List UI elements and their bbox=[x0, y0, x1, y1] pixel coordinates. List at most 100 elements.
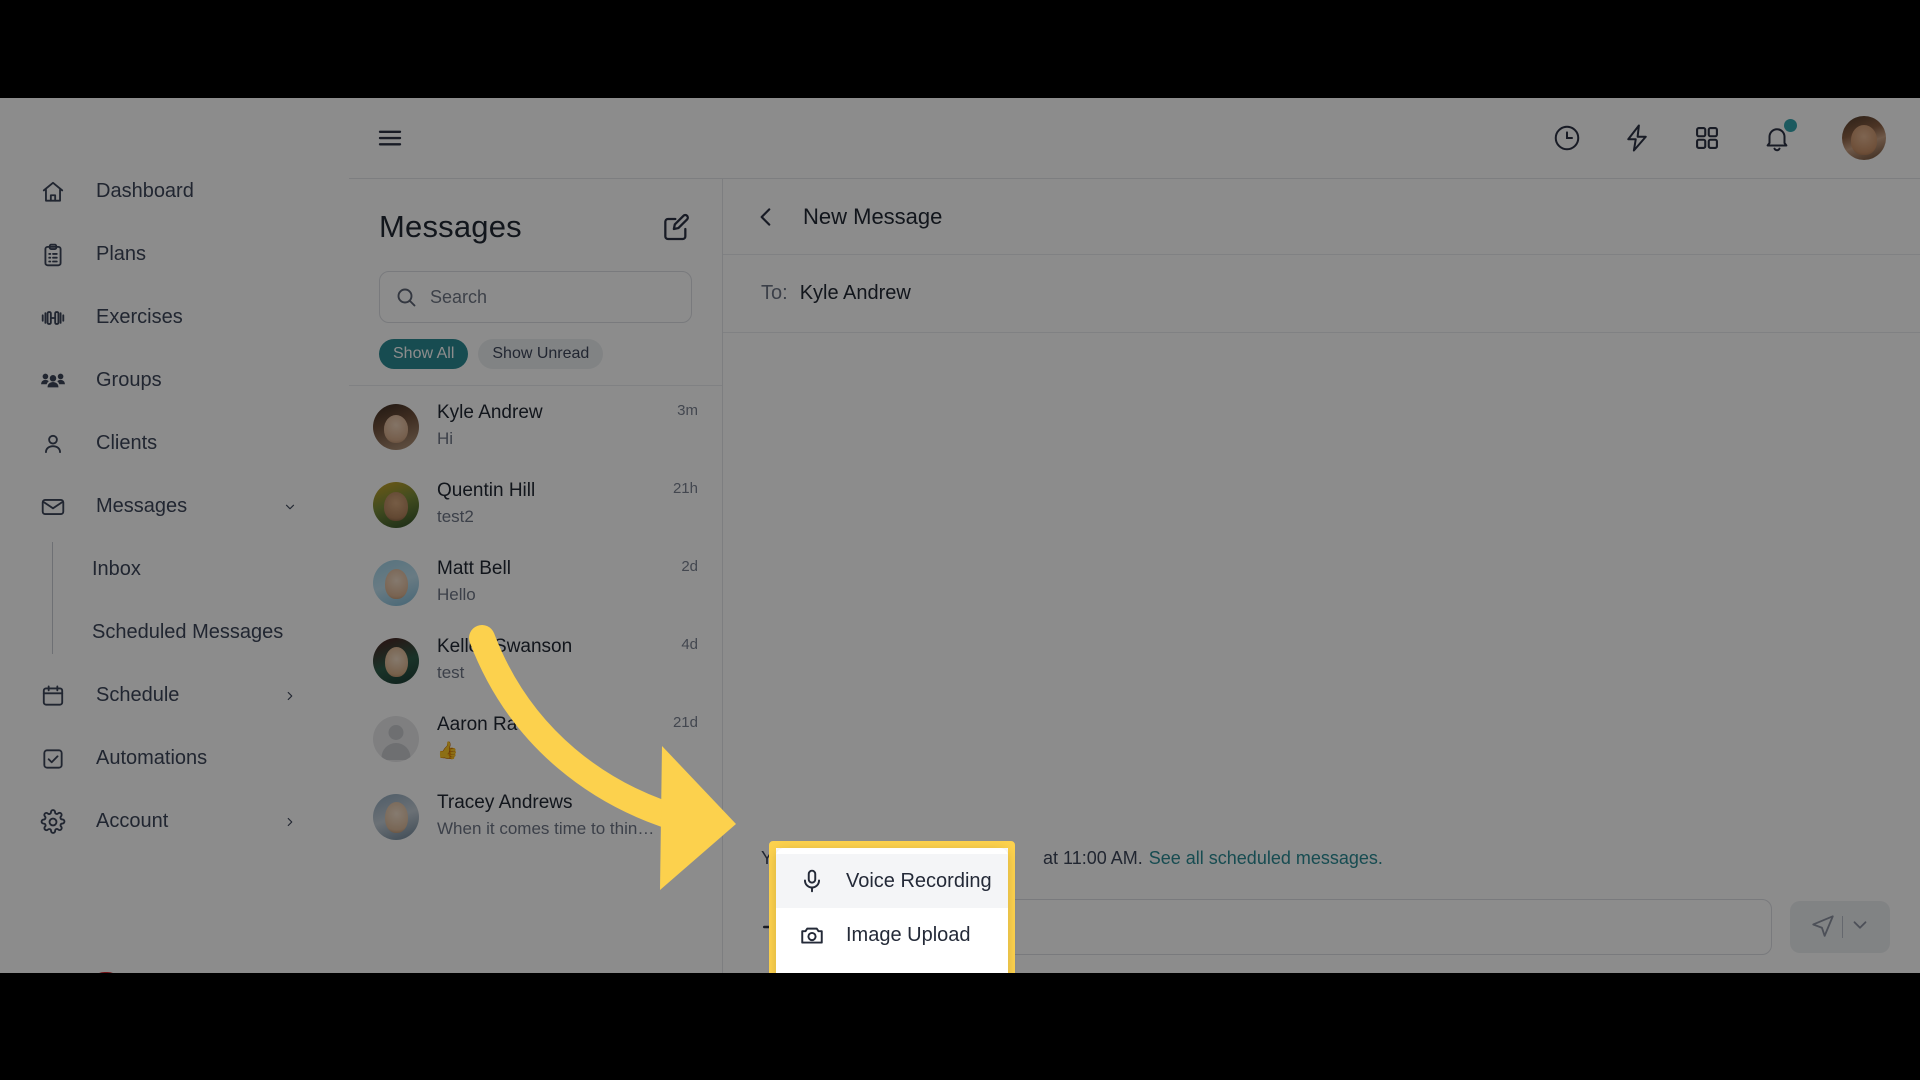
avatar-placeholder bbox=[373, 716, 419, 762]
menu-item-voice-recording[interactable]: Voice Recording bbox=[776, 854, 1008, 908]
chevron-down-icon[interactable] bbox=[283, 500, 297, 514]
envelope-icon bbox=[38, 492, 68, 522]
conversation-row[interactable]: Quentin Hill test2 21h bbox=[349, 464, 722, 542]
scheduled-notice-text: at 11:00 AM. bbox=[1043, 847, 1143, 868]
conversation-preview: 👍 bbox=[437, 741, 459, 760]
bell-icon[interactable] bbox=[1760, 119, 1797, 155]
search-box[interactable] bbox=[379, 271, 692, 323]
sidebar-item-label: Account bbox=[96, 810, 169, 832]
conversation-list[interactable]: Kyle Andrew Hi 3m Quentin Hill test2 21h… bbox=[349, 385, 722, 973]
compose-icon[interactable] bbox=[660, 211, 692, 243]
topbar-icon-group bbox=[1550, 116, 1886, 160]
filter-show-all[interactable]: Show All bbox=[379, 339, 469, 369]
filter-chip-group: Show All Show Unread bbox=[349, 323, 722, 385]
sidebar-item-label: Messages bbox=[96, 495, 188, 517]
avatar bbox=[373, 404, 419, 450]
conversation-timestamp: 4d bbox=[681, 636, 698, 653]
sidebar: Dashboard Plans Exercises Groups Clients… bbox=[0, 98, 349, 973]
send-icon[interactable] bbox=[1810, 912, 1836, 943]
application-window: Messages Search Show All Show Unread Kyl… bbox=[0, 98, 1920, 973]
gear-icon bbox=[38, 807, 68, 837]
conversation-name: Kyle Andrew bbox=[437, 402, 543, 423]
sidebar-item-automations[interactable]: Automations bbox=[0, 727, 349, 790]
conversation-timestamp: 3m bbox=[677, 402, 698, 419]
avatar bbox=[373, 482, 419, 528]
thread-messages bbox=[723, 333, 1920, 835]
messages-submenu: Inbox Scheduled Messages bbox=[0, 538, 349, 664]
menu-item-file-upload[interactable]: File Upload bbox=[776, 962, 1008, 973]
conversation-row[interactable]: Matt Bell Hello 2d bbox=[349, 542, 722, 620]
sidebar-item-label: Clients bbox=[96, 432, 158, 454]
sidebar-item-exercises[interactable]: Exercises bbox=[0, 286, 349, 349]
conversation-preview: Hello bbox=[437, 585, 476, 604]
avatar bbox=[373, 560, 419, 606]
conversation-body: Tracey Andrews When it comes time to thi… bbox=[437, 790, 690, 839]
conversation-row[interactable]: Aaron Ra 👍 21d bbox=[349, 698, 722, 776]
home-icon bbox=[38, 177, 68, 207]
clock-icon[interactable] bbox=[1550, 121, 1584, 155]
content-area: Messages Search Show All Show Unread Kyl… bbox=[349, 179, 1920, 973]
chevron-down-icon[interactable] bbox=[1849, 914, 1871, 941]
sidebar-item-clients[interactable]: Clients bbox=[0, 412, 349, 475]
message-list-header: Messages bbox=[349, 179, 722, 245]
filter-show-unread[interactable]: Show Unread bbox=[478, 339, 604, 369]
conversation-row[interactable]: Kelley Swanson test 4d bbox=[349, 620, 722, 698]
lightning-icon[interactable] bbox=[1620, 121, 1654, 155]
sidebar-item-scheduled-messages[interactable]: Scheduled Messages bbox=[0, 601, 349, 664]
sidebar-item-inbox[interactable]: Inbox bbox=[0, 538, 349, 601]
conversation-name: Aaron Ra bbox=[437, 714, 518, 735]
conversation-preview: Hi bbox=[437, 429, 454, 448]
menu-item-image-upload[interactable]: Image Upload bbox=[776, 908, 1008, 962]
conversation-body: Aaron Ra 👍 bbox=[437, 712, 665, 761]
checkbox-icon bbox=[38, 744, 68, 774]
conversation-name: Matt Bell bbox=[437, 558, 511, 579]
conversation-row[interactable]: Tracey Andrews When it comes time to thi… bbox=[349, 776, 722, 854]
attachment-menu-highlight: Voice Recording Image Upload bbox=[769, 841, 1015, 973]
send-divider bbox=[1841, 916, 1843, 938]
menu-item-label: Image Upload bbox=[846, 923, 971, 946]
notification-dot bbox=[1784, 119, 1797, 132]
notification-badge-count: 14 bbox=[87, 970, 124, 973]
chevron-right-icon[interactable] bbox=[283, 815, 297, 829]
attachment-menu: Voice Recording Image Upload bbox=[776, 848, 1008, 973]
send-button-group[interactable] bbox=[1790, 901, 1890, 953]
screen-root: Messages Search Show All Show Unread Kyl… bbox=[0, 0, 1920, 1080]
conversation-body: Kyle Andrew Hi bbox=[437, 400, 669, 449]
avatar bbox=[373, 794, 419, 840]
chevron-left-icon[interactable] bbox=[753, 204, 779, 230]
hamburger-icon[interactable] bbox=[373, 121, 407, 155]
conversation-body: Matt Bell Hello bbox=[437, 556, 673, 605]
conversation-name: Quentin Hill bbox=[437, 480, 536, 501]
dumbbell-icon bbox=[38, 303, 68, 333]
conversation-row[interactable]: Kyle Andrew Hi 3m bbox=[349, 386, 722, 464]
sidebar-item-dashboard[interactable]: Dashboard bbox=[0, 160, 349, 223]
sidebar-subitem-label: Scheduled Messages bbox=[92, 621, 284, 643]
sidebar-item-messages[interactable]: Messages bbox=[0, 475, 349, 538]
thread-header: New Message bbox=[723, 179, 1920, 255]
sidebar-item-groups[interactable]: Groups bbox=[0, 349, 349, 412]
conversation-body: Kelley Swanson test bbox=[437, 634, 673, 683]
sidebar-item-schedule[interactable]: Schedule bbox=[0, 664, 349, 727]
conversation-preview: test bbox=[437, 663, 465, 682]
see-all-scheduled-link[interactable]: See all scheduled messages. bbox=[1149, 848, 1383, 869]
apps-grid-icon[interactable] bbox=[1690, 121, 1724, 155]
conversation-timestamp: 21d bbox=[672, 714, 698, 731]
conversation-timestamp: 21h bbox=[672, 480, 698, 497]
sidebar-item-account[interactable]: Account bbox=[0, 790, 349, 853]
conversation-preview: When it comes time to think thr... bbox=[437, 819, 662, 838]
message-list-panel: Messages Search Show All Show Unread Kyl… bbox=[349, 179, 723, 973]
sidebar-item-plans[interactable]: Plans bbox=[0, 223, 349, 286]
user-icon bbox=[38, 429, 68, 459]
recipient-row[interactable]: To: Kyle Andrew bbox=[723, 255, 1920, 333]
sidebar-item-label: Dashboard bbox=[96, 180, 194, 202]
search-input[interactable] bbox=[430, 286, 677, 308]
conversation-body: Quentin Hill test2 bbox=[437, 478, 665, 527]
conversation-timestamp: 2d bbox=[681, 558, 698, 575]
conversation-preview: test2 bbox=[437, 507, 474, 526]
search-icon bbox=[394, 285, 418, 309]
avatar[interactable] bbox=[1842, 116, 1886, 160]
clipboard-icon bbox=[38, 240, 68, 270]
calendar-icon bbox=[38, 681, 68, 711]
chevron-right-icon[interactable] bbox=[283, 689, 297, 703]
sidebar-item-label: Plans bbox=[96, 243, 147, 265]
